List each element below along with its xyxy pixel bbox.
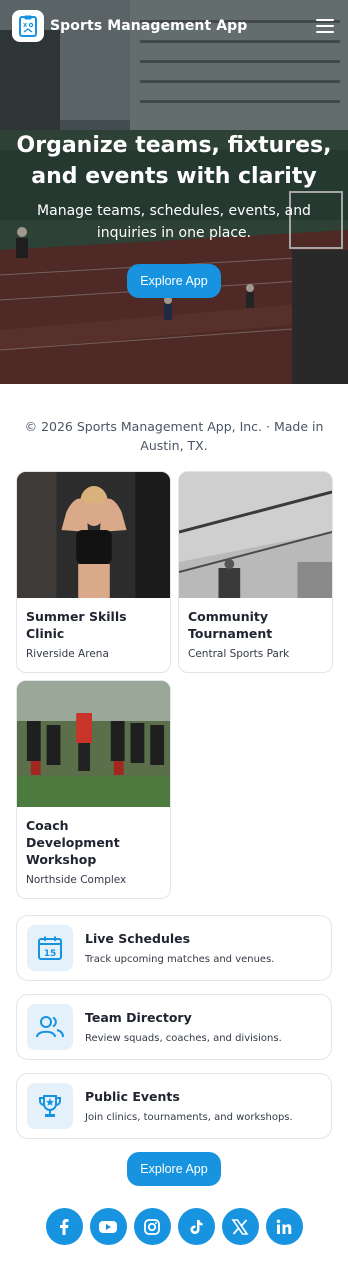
features-list: 15 Live Schedules Track upcoming matches… [0, 915, 348, 1139]
users-icon [27, 1004, 73, 1050]
event-location: Central Sports Park [188, 648, 290, 660]
brand-name[interactable]: Sports Management App [50, 18, 247, 34]
calendar-day-number: 15 [44, 949, 57, 959]
hero-content: Organize teams, fixtures, and events wit… [0, 130, 348, 298]
clipboard-tactics-icon[interactable]: X [12, 10, 44, 42]
calendar-icon: 15 [27, 925, 73, 971]
hero-title: Organize teams, fixtures, and events wit… [16, 133, 332, 189]
linkedin-icon[interactable] [265, 1208, 303, 1245]
svg-text:X: X [23, 23, 28, 29]
feature-card-public-events[interactable]: Public Events Join clinics, tournaments,… [16, 1073, 332, 1139]
event-card[interactable]: Summer Skills Clinic Riverside Arena [16, 471, 171, 673]
fitness-athlete-photo [17, 472, 170, 598]
hero-section: X Sports Management App Organize teams, … [0, 0, 348, 384]
hamburger-menu-icon[interactable] [314, 17, 336, 35]
trophy-icon [27, 1083, 73, 1129]
explore-app-button-bottom[interactable]: Explore App [127, 1152, 221, 1186]
tiktok-icon[interactable] [177, 1208, 215, 1245]
feature-description: Review squads, coaches, and divisions. [85, 1033, 282, 1044]
events-grid: Summer Skills Clinic Riverside Arena Com… [0, 471, 348, 899]
feature-card-live-schedules[interactable]: 15 Live Schedules Track upcoming matches… [16, 915, 332, 981]
event-card[interactable]: Community Tournament Central Sports Park [178, 471, 333, 673]
event-title: Coach Development Workshop [26, 818, 120, 867]
event-location: Northside Complex [26, 874, 127, 886]
explore-app-button[interactable]: Explore App [127, 264, 221, 298]
feature-title: Live Schedules [85, 931, 191, 946]
instagram-icon[interactable] [133, 1208, 171, 1245]
event-title: Summer Skills Clinic [26, 609, 127, 641]
feature-title: Team Directory [85, 1010, 192, 1025]
event-card[interactable]: Coach Development Workshop Northside Com… [16, 680, 171, 899]
football-team-photo [17, 681, 170, 807]
copyright-text: © 2026 Sports Management App, Inc. · Mad… [24, 419, 324, 453]
navbar: X Sports Management App [0, 0, 348, 52]
event-title: Community Tournament [188, 609, 273, 641]
facebook-icon[interactable] [45, 1208, 83, 1245]
feature-description: Join clinics, tournaments, and workshops… [85, 1112, 293, 1123]
event-location: Riverside Arena [26, 648, 109, 660]
feature-description: Track upcoming matches and venues. [85, 954, 275, 965]
indoor-gym-photo [179, 472, 332, 598]
feature-title: Public Events [85, 1089, 180, 1104]
youtube-icon[interactable] [89, 1208, 127, 1245]
social-links [0, 1208, 348, 1273]
feature-card-team-directory[interactable]: Team Directory Review squads, coaches, a… [16, 994, 332, 1060]
x-icon[interactable] [221, 1208, 259, 1245]
hero-subtitle: Manage teams, schedules, events, and inq… [37, 203, 311, 241]
